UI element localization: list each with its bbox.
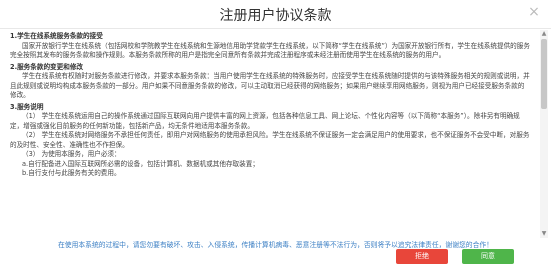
- section-title: 1.学生在线系统服务条款的接受: [10, 32, 103, 40]
- close-icon[interactable]: ×: [525, 3, 543, 21]
- content-scrollbar[interactable]: ▲ ▼: [540, 30, 548, 238]
- agree-button[interactable]: 同意: [462, 249, 514, 264]
- section-paragraph: 国家开放银行学生在线系统（包括网校和学院教学生在线系统和生源地信用助学贷款学生在…: [10, 41, 530, 60]
- section-paragraph: 学生在线系统有权随时对服务条款进行修改，并要求本服务条款：当用户使用学生在线系统…: [10, 72, 530, 99]
- user-agreement-dialog: 注册用户协议条款 × 1.学生在线系统服务条款的接受 国家开放银行学生在线系统（…: [0, 0, 551, 267]
- section-title: 2.服务条款的变更和修改: [10, 62, 84, 71]
- scroll-down-icon[interactable]: ▼: [540, 230, 548, 238]
- section-paragraph: a.自行配备进入国际互联网所必需的设备，包括计算机、数据机或其他存取装置；: [22, 159, 259, 168]
- section-paragraph: （2） 学生在线系统对网络服务不承担任何责任，即用户对网络服务的使用承担风险。学…: [10, 131, 530, 149]
- dialog-title-bar: 注册用户协议条款 ×: [0, 0, 551, 29]
- dialog-title: 注册用户协议条款: [219, 8, 332, 24]
- section-paragraph: b.自行支付与此服务有关的费用。: [22, 169, 121, 177]
- agreement-content: 1.学生在线系统服务条款的接受 国家开放银行学生在线系统（包括网校和学院教学生在…: [10, 30, 530, 238]
- reject-button[interactable]: 拒绝: [396, 249, 448, 264]
- section-paragraph: （1） 学生在线系统运用自己的操作系统通过国际互联网向用户提供丰富的网上资源，包…: [10, 112, 520, 130]
- scrollbar-thumb[interactable]: [541, 39, 547, 109]
- section-paragraph: （3） 为使用本服务，用户必须：: [22, 150, 121, 158]
- section-title: 3.服务说明: [10, 102, 44, 111]
- scroll-up-icon[interactable]: ▲: [540, 30, 548, 38]
